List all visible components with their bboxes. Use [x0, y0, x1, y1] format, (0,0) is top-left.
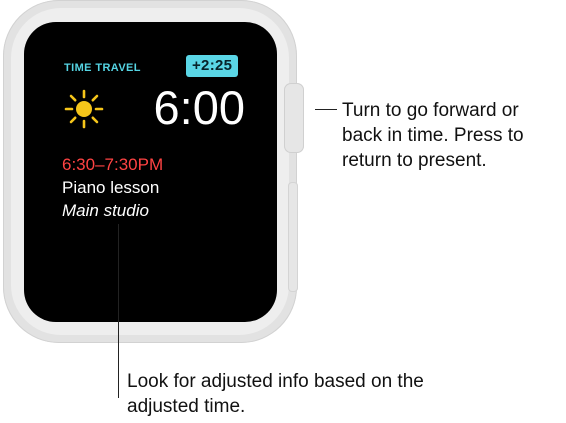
sun-icon — [64, 89, 104, 129]
side-button[interactable] — [288, 182, 298, 292]
event-time-range: 6:30–7:30PM — [62, 155, 164, 174]
adjusted-info-callout-line — [118, 224, 119, 398]
crown-callout-line — [315, 109, 337, 110]
time-display: 6:00 — [153, 81, 245, 134]
event-location: Main studio — [62, 201, 149, 220]
digital-crown[interactable] — [284, 83, 304, 153]
crown-callout-text: Turn to go forward or back in time. Pres… — [342, 100, 524, 171]
watch-screen: TIME TRAVEL +2:25 6:00 6:30–7:30PM Piano… — [24, 22, 277, 322]
adjusted-info-callout-text: Look for adjusted info based on the adju… — [127, 371, 424, 417]
time-travel-label: TIME TRAVEL — [64, 62, 141, 74]
time-offset-badge: +2:25 — [186, 55, 239, 77]
event-title: Piano lesson — [62, 178, 160, 197]
